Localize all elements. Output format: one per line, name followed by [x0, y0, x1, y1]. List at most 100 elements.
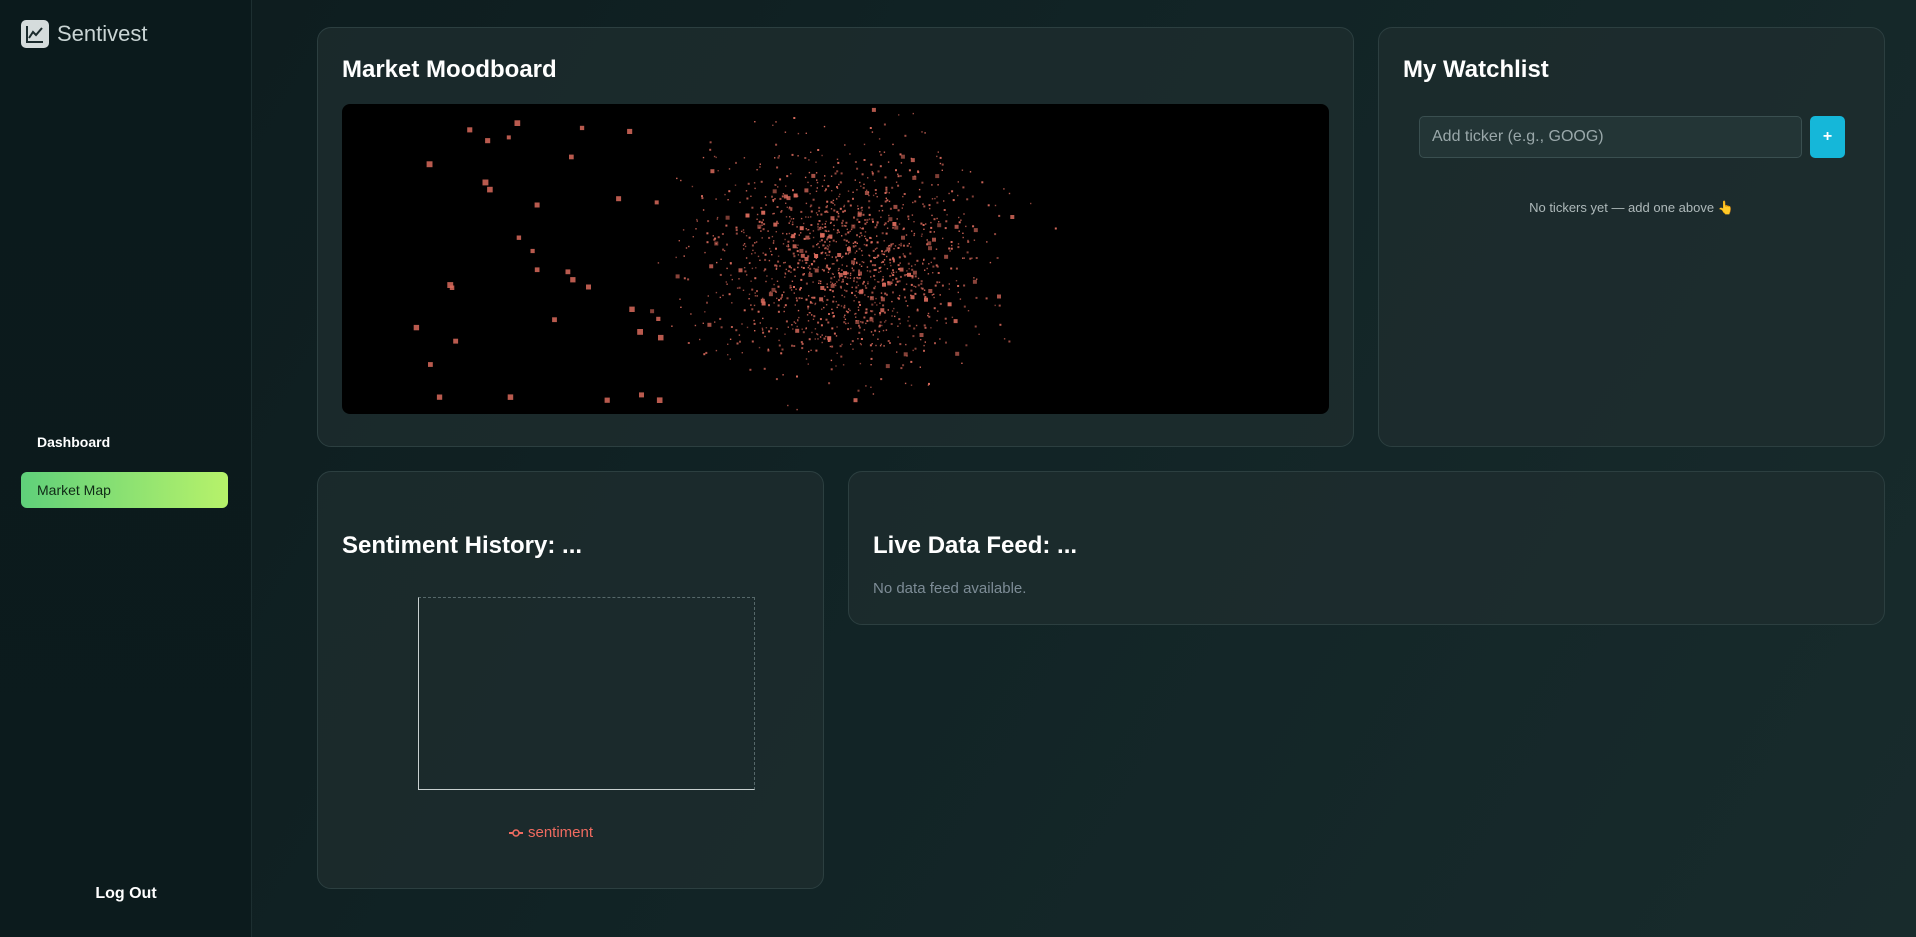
mood-dot: [891, 310, 894, 312]
mood-dot: [908, 242, 910, 245]
mood-dot: [876, 196, 878, 198]
mood-dot: [805, 282, 808, 285]
mood-dot: [846, 311, 849, 314]
mood-dot: [870, 386, 872, 388]
mood-dot: [876, 281, 879, 283]
mood-dot: [892, 222, 897, 226]
mood-dot: [813, 260, 816, 263]
moodboard-dots: [413, 107, 1057, 411]
sidebar-item-dashboard[interactable]: Dashboard: [21, 424, 228, 460]
mood-dot: [930, 327, 932, 329]
mood-dot: [843, 238, 846, 241]
mood-dot: [885, 186, 888, 189]
mood-dot: [729, 262, 732, 265]
mood-dot: [739, 340, 741, 343]
mood-dot: [835, 335, 838, 337]
mood-dot: [879, 345, 882, 347]
mood-dot: [883, 123, 886, 126]
legend-line-marker-icon: [509, 828, 523, 837]
mood-dot: [779, 265, 781, 267]
mood-dot: [846, 283, 848, 285]
mood-dot: [873, 180, 876, 182]
mood-dot: [716, 216, 719, 219]
mood-dot: [779, 197, 782, 200]
mood-dot: [849, 204, 852, 207]
mood-dot: [827, 321, 830, 324]
logout-button[interactable]: Log Out: [0, 885, 252, 903]
mood-dot: [837, 253, 842, 257]
mood-dot: [922, 224, 925, 226]
brand[interactable]: Sentivest: [21, 20, 148, 48]
live-feed-empty-text: No data feed available.: [873, 580, 1027, 597]
mood-dot: [786, 233, 788, 235]
ticker-input[interactable]: [1419, 116, 1802, 158]
mood-dot: [805, 202, 808, 205]
mood-dot: [903, 274, 906, 277]
mood-dot: [744, 245, 747, 248]
mood-dot: [920, 287, 923, 289]
mood-dot: [811, 173, 816, 178]
mood-dot: [881, 253, 883, 255]
mood-dot: [849, 274, 852, 276]
chart-legend[interactable]: sentiment: [508, 824, 593, 841]
mood-dot: [933, 296, 935, 299]
mood-dot: [924, 341, 926, 343]
mood-dot: [754, 292, 756, 294]
mood-dot: [728, 293, 731, 296]
mood-dot: [726, 267, 728, 270]
mood-dot: [882, 304, 885, 307]
mood-dot: [900, 244, 903, 247]
mood-dot: [819, 336, 822, 338]
mood-dot: [809, 232, 811, 235]
mood-dot: [919, 366, 921, 368]
mood-dot: [936, 196, 938, 198]
mood-dot: [835, 241, 837, 243]
mood-dot: [797, 254, 800, 256]
mood-dot: [836, 158, 839, 160]
mood-dot: [826, 286, 828, 288]
mood-dot: [878, 267, 881, 270]
mood-dot: [830, 277, 833, 280]
mood-dot: [891, 186, 894, 189]
mood-dot: [942, 237, 944, 240]
mood-dot: [818, 280, 820, 282]
mood-dot: [857, 291, 860, 293]
mood-dot: [747, 182, 750, 185]
mood-dot: [807, 181, 809, 184]
mood-dot: [777, 310, 780, 313]
sidebar-item-market-map[interactable]: Market Map: [21, 472, 228, 508]
mood-dot: [753, 319, 755, 322]
mood-dot: [716, 261, 718, 264]
add-ticker-button[interactable]: +: [1810, 116, 1845, 158]
mood-dot: [775, 121, 777, 123]
mood-dot: [810, 349, 812, 351]
mood-dot: [989, 261, 992, 264]
mood-dot: [994, 233, 997, 236]
mood-dot: [687, 278, 690, 281]
mood-dot: [776, 220, 778, 223]
mood-dot: [721, 233, 724, 235]
mood-dot: [910, 158, 915, 163]
mood-dot: [865, 385, 867, 387]
mood-dot: [825, 252, 827, 254]
mood-dot: [906, 305, 909, 307]
mood-dot: [710, 169, 715, 174]
mood-dot: [809, 267, 812, 270]
mood-dot: [736, 287, 739, 289]
mood-dot: [715, 198, 717, 200]
mood-dot: [921, 233, 923, 235]
moodboard-canvas[interactable]: [342, 104, 1329, 414]
mood-dot: [955, 267, 958, 270]
mood-dot: [841, 219, 844, 222]
mood-dot: [893, 307, 895, 310]
mood-dot: [826, 245, 829, 247]
mood-dot: [783, 306, 786, 308]
mood-dot: [816, 187, 818, 189]
mood-dot: [928, 289, 933, 293]
mood-dot: [878, 210, 880, 212]
mood-dot: [790, 267, 792, 269]
mood-dot: [899, 343, 902, 346]
mood-dot: [762, 317, 764, 320]
mood-dot: [963, 284, 966, 287]
mood-dot: [886, 255, 888, 258]
